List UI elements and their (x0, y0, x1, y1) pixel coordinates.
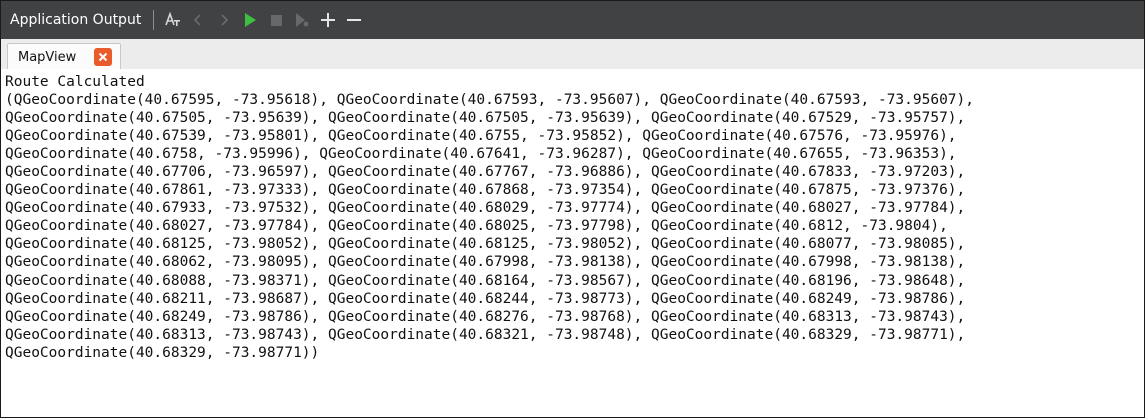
output-toolbar: Application Output (1, 1, 1144, 39)
zoom-in-icon[interactable] (316, 8, 340, 32)
output-line: QGeoCoordinate(40.67539, -73.95801), QGe… (5, 128, 957, 145)
output-line: QGeoCoordinate(40.68211, -73.98687), QGe… (5, 290, 966, 307)
stop-icon[interactable] (264, 8, 288, 32)
output-line: QGeoCoordinate(40.67706, -73.96597), QGe… (5, 164, 966, 181)
tab-mapview[interactable]: MapView (7, 43, 121, 70)
pane-title: Application Output (10, 12, 142, 28)
output-line: QGeoCoordinate(40.68329, -73.98771)) (5, 344, 320, 361)
output-line: QGeoCoordinate(40.67933, -73.97532), QGe… (5, 200, 966, 217)
filter-icon[interactable] (160, 8, 184, 32)
run-icon[interactable] (238, 8, 262, 32)
output-tab-bar: MapView (1, 39, 1144, 70)
output-line: QGeoCoordinate(40.67505, -73.95639), QGe… (5, 110, 966, 127)
output-line: QGeoCoordinate(40.68249, -73.98786), QGe… (5, 308, 966, 325)
back-icon[interactable] (186, 8, 210, 32)
close-icon[interactable] (94, 48, 112, 66)
output-line: QGeoCoordinate(40.68313, -73.98743), QGe… (5, 326, 966, 343)
output-line: QGeoCoordinate(40.68125, -73.98052), QGe… (5, 236, 966, 253)
output-text-area[interactable]: Route Calculated (QGeoCoordinate(40.6759… (1, 69, 1144, 417)
output-line: (QGeoCoordinate(40.67595, -73.95618), QG… (5, 92, 975, 109)
toolbar-separator (153, 10, 155, 30)
output-line: QGeoCoordinate(40.68088, -73.98371), QGe… (5, 272, 966, 289)
output-line: Route Calculated (5, 74, 145, 90)
output-line: QGeoCoordinate(40.68027, -73.97784), QGe… (5, 218, 948, 235)
output-line: QGeoCoordinate(40.68062, -73.98095), QGe… (5, 254, 966, 271)
forward-icon[interactable] (212, 8, 236, 32)
output-line: QGeoCoordinate(40.6758, -73.95996), QGeo… (5, 146, 957, 163)
output-line: QGeoCoordinate(40.67861, -73.97333), QGe… (5, 182, 966, 199)
attach-debugger-icon[interactable] (290, 8, 314, 32)
zoom-out-icon[interactable] (342, 8, 366, 32)
tab-label: MapView (18, 49, 77, 65)
application-output-pane: Application Output MapView Route Calcula… (0, 0, 1145, 418)
